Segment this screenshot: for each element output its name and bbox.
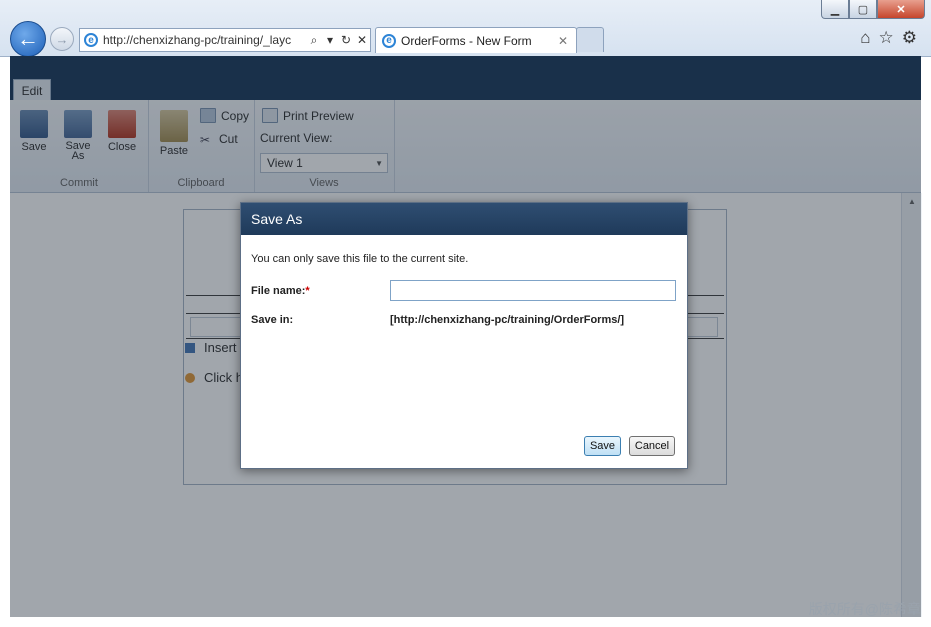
maximize-icon[interactable]: ▢ (849, 0, 877, 19)
ie-logo-icon: e (84, 33, 98, 47)
close-icon[interactable]: ✕ (877, 0, 925, 19)
stop-icon[interactable]: ✕ (354, 33, 370, 47)
home-icon[interactable]: ⌂ (860, 28, 870, 48)
address-url[interactable]: http://chenxizhang-pc/training/_layc (103, 33, 306, 47)
favorites-star-icon[interactable]: ☆ (879, 28, 894, 48)
refresh-icon[interactable]: ↻ (338, 33, 354, 47)
watermark: 版权所有@陈希章 (808, 601, 921, 617)
dialog-message: You can only save this file to the curre… (251, 253, 469, 265)
back-button[interactable]: ← (10, 21, 46, 57)
browser-tab[interactable]: e OrderForms - New Form ✕ (375, 27, 577, 53)
new-tab-button[interactable] (576, 27, 604, 52)
required-marker: * (305, 285, 310, 297)
dropdown-icon[interactable]: ▾ (322, 33, 338, 47)
cancel-button[interactable]: Cancel (629, 436, 675, 456)
browser-chrome: ▁ ▢ ✕ ← → e http://chenxizhang-pc/traini… (0, 0, 931, 57)
tab-title: OrderForms - New Form (401, 33, 532, 48)
save-button[interactable]: Save (584, 436, 621, 456)
tab-close-icon[interactable]: ✕ (558, 34, 576, 48)
window-controls: ▁ ▢ ✕ (821, 0, 925, 19)
search-icon[interactable]: ⌕ (306, 33, 322, 48)
ie-logo-icon: e (382, 33, 396, 48)
dialog-title: Save As (241, 203, 687, 235)
forward-button[interactable]: → (50, 27, 74, 51)
file-name-input[interactable] (390, 280, 676, 301)
back-arrow-icon: ← (17, 26, 39, 51)
browser-toolbar-right: ⌂ ☆ ⚙ (860, 28, 917, 48)
save-in-path: [http://chenxizhang-pc/training/OrderFor… (390, 314, 625, 326)
address-bar[interactable]: e http://chenxizhang-pc/training/_layc ⌕… (79, 28, 371, 52)
minimize-icon[interactable]: ▁ (821, 0, 849, 19)
save-in-label: Save in: (251, 314, 294, 326)
gear-icon[interactable]: ⚙ (902, 28, 917, 48)
forward-arrow-icon: → (55, 31, 69, 47)
save-as-dialog: Save As You can only save this file to t… (240, 202, 688, 469)
file-name-label: File name:* (251, 285, 310, 297)
